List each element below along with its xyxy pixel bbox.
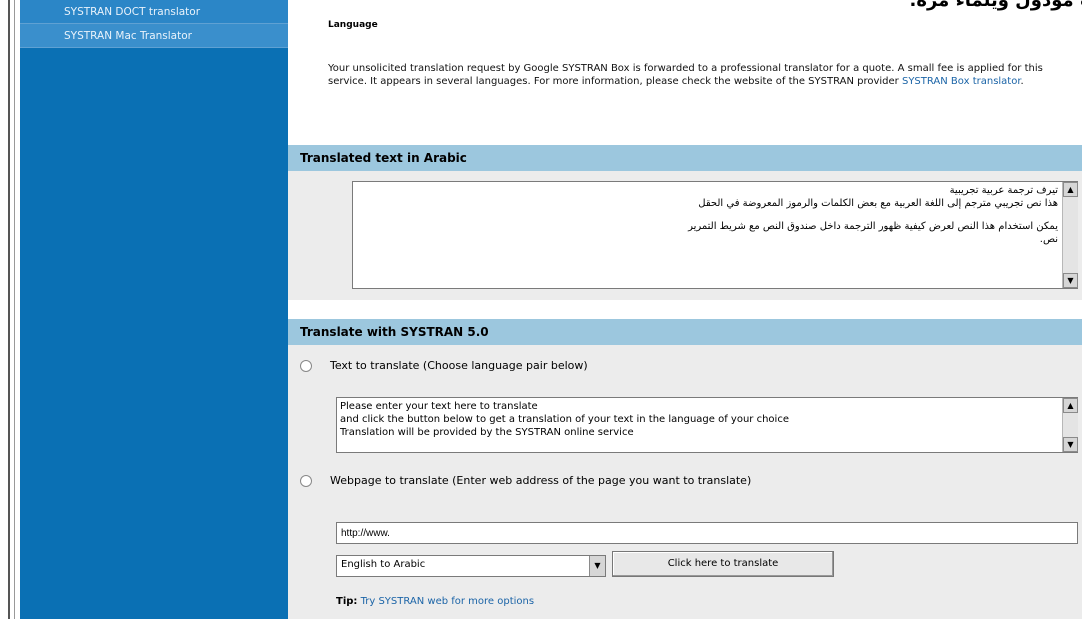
translated-line-3: يمكن استخدام هذا النص لعرض كيفية ظهور ال… — [688, 221, 1058, 232]
language-pair-select[interactable]: English to Arabic ▼ — [336, 555, 606, 577]
language-pair-value: English to Arabic — [341, 559, 426, 570]
language-label: Language — [328, 20, 378, 30]
option-text-radio[interactable] — [300, 359, 312, 372]
translated-line-2: هذا نص تجريبي مترجم إلى اللغة العربية مع… — [698, 198, 1058, 209]
gutter-rule — [8, 0, 10, 619]
chevron-down-icon[interactable]: ▼ — [589, 556, 605, 576]
translate-button[interactable]: Click here to translate — [612, 551, 834, 577]
translate-panel: Text to translate (Choose language pair … — [288, 345, 1082, 619]
url-input[interactable] — [336, 522, 1078, 544]
scroll-down-icon[interactable]: ▼ — [1063, 273, 1078, 288]
scroll-down-icon[interactable]: ▼ — [1063, 437, 1078, 452]
tip-line: Tip: Try SYSTRAN web for more options — [336, 596, 534, 607]
tip-link[interactable]: Try SYSTRAN web for more options — [361, 596, 535, 607]
source-line-3: Translation will be provided by the SYST… — [340, 427, 634, 438]
translated-panel: تيرف ترجمة عربية تجريبية هذا نص تجريبي م… — [288, 171, 1082, 300]
gutter-rule-secondary — [14, 0, 15, 619]
source-line-2: and click the button below to get a tran… — [340, 414, 789, 425]
translated-scrollbar[interactable]: ▲ ▼ — [1062, 182, 1078, 288]
scroll-up-icon[interactable]: ▲ — [1063, 182, 1078, 197]
option-text-row: Text to translate (Choose language pair … — [300, 359, 588, 372]
translate-section-header: Translate with SYSTRAN 5.0 — [288, 319, 1082, 345]
sidebar-item-doct-translator[interactable]: SYSTRAN DOCT translator — [20, 0, 288, 24]
scroll-up-icon[interactable]: ▲ — [1063, 398, 1078, 413]
translated-line-1: تيرف ترجمة عربية تجريبية — [949, 185, 1058, 196]
tip-label: Tip: — [336, 596, 358, 607]
translated-section-header: Translated text in Arabic — [288, 145, 1082, 171]
description-text: Your unsolicited translation request by … — [328, 63, 1043, 87]
browser-page: SYSTRAN DOCT translator SYSTRAN Mac Tran… — [0, 0, 1082, 619]
description-link[interactable]: SYSTRAN Box translator — [902, 76, 1021, 87]
source-line-1: Please enter your text here to translate — [340, 401, 538, 412]
translated-line-4: نص. — [1039, 234, 1058, 245]
option-text-label: Text to translate (Choose language pair … — [330, 359, 588, 372]
sidebar: SYSTRAN DOCT translator SYSTRAN Mac Tran… — [20, 0, 288, 619]
left-gutter — [0, 0, 19, 619]
option-web-row: Webpage to translate (Enter web address … — [300, 474, 751, 487]
translated-textarea[interactable]: تيرف ترجمة عربية تجريبية هذا نص تجريبي م… — [352, 181, 1078, 289]
page-heading-arabic: ت مودول ويلماء مرة. — [909, 0, 1082, 11]
main-content: ت مودول ويلماء مرة. Language Your unsoli… — [288, 0, 1082, 619]
sidebar-item-mac-translator[interactable]: SYSTRAN Mac Translator — [20, 24, 288, 48]
source-textarea[interactable]: Please enter your text here to translate… — [336, 397, 1078, 453]
option-web-radio[interactable] — [300, 474, 312, 487]
source-scrollbar[interactable]: ▲ ▼ — [1062, 398, 1078, 452]
option-web-label: Webpage to translate (Enter web address … — [330, 474, 752, 487]
